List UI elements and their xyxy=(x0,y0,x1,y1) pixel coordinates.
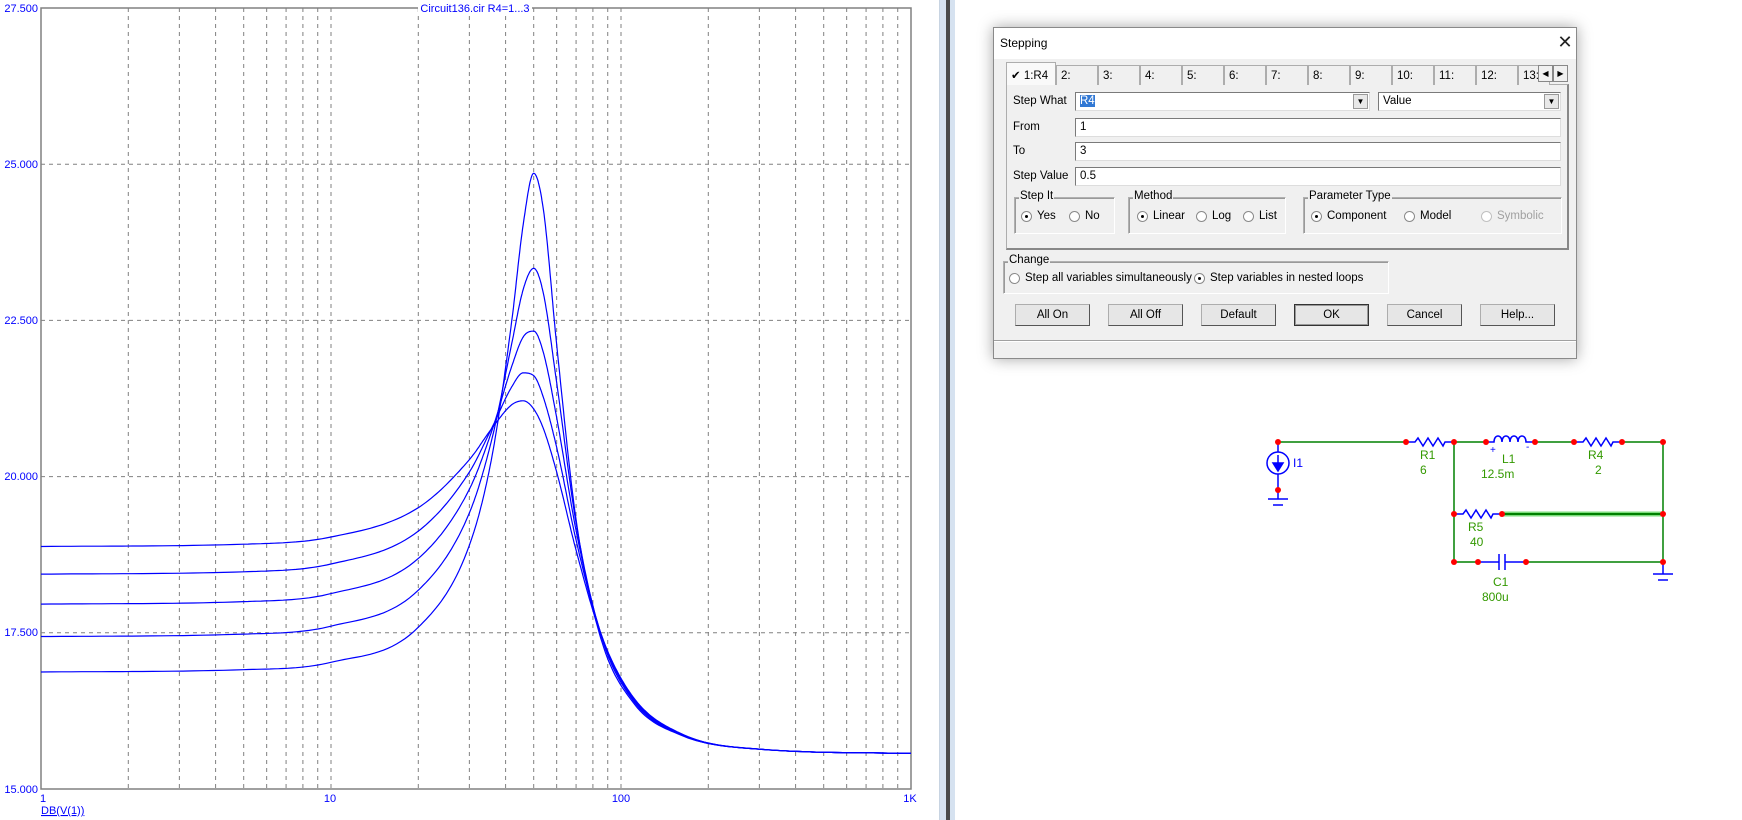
to-label: To xyxy=(1013,145,1026,157)
tab-scroll-right-button[interactable]: ▶ xyxy=(1553,65,1568,82)
parameter-type-group: Parameter Type Component Model Symbolic xyxy=(1303,190,1562,234)
step-it-no-radio[interactable]: No xyxy=(1069,210,1100,222)
C1-value: 800u xyxy=(1482,590,1509,604)
current-source-I1[interactable] xyxy=(1266,442,1290,506)
step-it-group: Step It Yes No xyxy=(1014,190,1115,234)
dialog-titlebar[interactable] xyxy=(994,28,1576,59)
tab-2[interactable]: 2: xyxy=(1056,65,1098,85)
tab-12[interactable]: 12: xyxy=(1476,65,1518,85)
tab-3[interactable]: 3: xyxy=(1098,65,1140,85)
method-log-radio[interactable]: Log xyxy=(1196,210,1231,222)
R1-value: 6 xyxy=(1420,463,1427,477)
default-button[interactable]: Default xyxy=(1201,304,1276,326)
stepping-dialog: Stepping ✕ ✔ 1:R4 2: 3: 4: 5: 6: 7: 8: 9: 10: 11:… xyxy=(993,27,1577,359)
method-linear-radio[interactable]: Linear xyxy=(1137,210,1185,222)
close-icon[interactable]: ✕ xyxy=(1556,32,1574,53)
step-what-label: Step What xyxy=(1013,95,1067,107)
step-what-combo[interactable]: R4 ▼ xyxy=(1075,92,1370,111)
L1-minus: - xyxy=(1526,442,1529,453)
step-it-yes-radio[interactable]: Yes xyxy=(1021,210,1056,222)
tab-9[interactable]: 9: xyxy=(1350,65,1392,85)
dialog-title: Stepping xyxy=(1000,36,1048,50)
tab-4[interactable]: 4: xyxy=(1140,65,1182,85)
L1-value: 12.5m xyxy=(1481,467,1514,481)
from-input[interactable]: 1 xyxy=(1075,118,1561,137)
tab-11[interactable]: 11: xyxy=(1434,65,1476,85)
resistor-R1[interactable] xyxy=(1406,436,1454,448)
chevron-down-icon[interactable]: ▼ xyxy=(1353,94,1368,109)
resistor-R4[interactable] xyxy=(1574,436,1622,448)
help-button[interactable]: Help... xyxy=(1480,304,1555,326)
from-label: From xyxy=(1013,121,1040,133)
R5-value: 40 xyxy=(1470,535,1484,549)
C1-name: C1 xyxy=(1493,575,1509,589)
all-on-button[interactable]: All On xyxy=(1015,304,1090,326)
step-value-label: Step Value xyxy=(1013,170,1069,182)
I1-label: I1 xyxy=(1293,456,1303,470)
tab-8[interactable]: 8: xyxy=(1308,65,1350,85)
all-off-button[interactable]: All Off xyxy=(1108,304,1183,326)
step-nested-radio[interactable]: Step variables in nested loops xyxy=(1194,272,1363,284)
tab-1[interactable]: ✔ 1:R4 xyxy=(1006,62,1056,85)
ok-button[interactable]: OK xyxy=(1294,304,1369,326)
tab-10[interactable]: 10: xyxy=(1392,65,1434,85)
step-simultaneous-radio[interactable]: Step all variables simultaneously xyxy=(1009,272,1192,284)
step-value-input[interactable]: 0.5 xyxy=(1075,167,1561,186)
R1-name: R1 xyxy=(1420,448,1436,462)
status-bar xyxy=(994,340,1576,359)
check-icon: ✔ xyxy=(1011,70,1024,82)
to-input[interactable]: 3 xyxy=(1075,142,1561,161)
tab-7[interactable]: 7: xyxy=(1266,65,1308,85)
R4-value: 2 xyxy=(1595,463,1602,477)
cancel-button[interactable]: Cancel xyxy=(1387,304,1462,326)
L1-name: L1 xyxy=(1502,452,1516,466)
tab-5[interactable]: 5: xyxy=(1182,65,1224,85)
L1-plus: + xyxy=(1490,445,1496,456)
resistor-R5[interactable] xyxy=(1454,508,1502,520)
param-component-radio[interactable]: Component xyxy=(1311,210,1386,222)
method-group: Method Linear Log List xyxy=(1128,190,1286,234)
chevron-down-icon[interactable]: ▼ xyxy=(1544,94,1559,109)
param-symbolic-radio: Symbolic xyxy=(1481,210,1544,222)
R4-name: R4 xyxy=(1588,448,1604,462)
method-list-radio[interactable]: List xyxy=(1243,210,1277,222)
change-group: Change Step all variables simultaneously… xyxy=(1003,254,1389,294)
tab-6[interactable]: 6: xyxy=(1224,65,1266,85)
step-type-combo[interactable]: Value ▼ xyxy=(1378,92,1561,111)
tab-scroll-left-button[interactable]: ◀ xyxy=(1538,65,1553,82)
param-model-radio[interactable]: Model xyxy=(1404,210,1451,222)
capacitor-C1[interactable] xyxy=(1478,554,1526,570)
R5-name: R5 xyxy=(1468,520,1484,534)
